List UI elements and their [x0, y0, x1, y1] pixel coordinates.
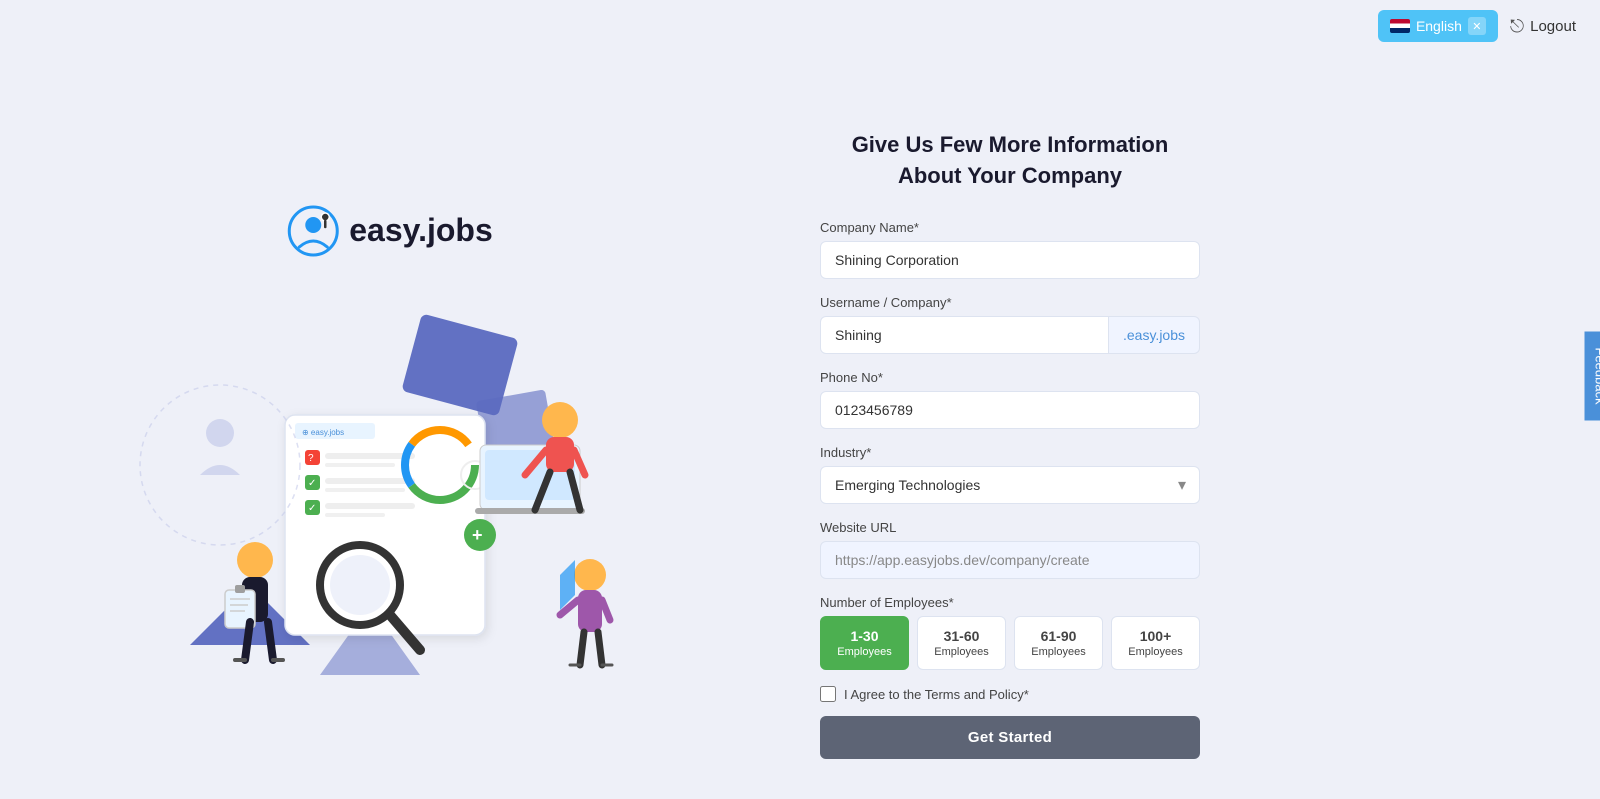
svg-text:✓: ✓ [308, 478, 316, 489]
svg-text:✓: ✓ [308, 503, 316, 514]
emp-label-4: Employees [1118, 645, 1193, 659]
language-label: English [1416, 18, 1462, 34]
terms-row: I Agree to the Terms and Policy* [820, 686, 1200, 702]
svg-text:⊕ easy.jobs: ⊕ easy.jobs [302, 428, 344, 437]
us-flag-icon [1390, 19, 1410, 33]
username-input-group: .easy.jobs [820, 316, 1200, 354]
phone-input[interactable] [820, 391, 1200, 429]
industry-label: Industry* [820, 445, 1200, 460]
svg-text:+: + [472, 525, 483, 545]
employee-btn-1-30[interactable]: 1-30 Employees [820, 616, 909, 670]
emp-range-2: 31-60 [924, 627, 999, 645]
topbar: English ✕ ⎋ Logout [1354, 0, 1600, 52]
terms-checkbox[interactable] [820, 686, 836, 702]
logo-area: easy.jobs [287, 205, 492, 257]
emp-label-2: Employees [924, 645, 999, 659]
employee-btn-31-60[interactable]: 31-60 Employees [917, 616, 1006, 670]
website-group: Website URL [820, 520, 1200, 579]
logout-label: Logout [1530, 18, 1576, 35]
form-container: Give Us Few More Information About Your … [820, 130, 1200, 759]
language-button[interactable]: English ✕ [1378, 10, 1498, 42]
get-started-button[interactable]: Get Started [820, 716, 1200, 759]
username-label: Username / Company* [820, 295, 1200, 310]
username-suffix: .easy.jobs [1109, 316, 1200, 354]
emp-label-1: Employees [827, 645, 902, 659]
employee-btn-61-90[interactable]: 61-90 Employees [1014, 616, 1103, 670]
company-name-label: Company Name* [820, 220, 1200, 235]
employees-group: Number of Employees* 1-30 Employees 31-6… [820, 595, 1200, 670]
form-title: Give Us Few More Information About Your … [820, 130, 1200, 192]
logout-icon: ⎋ [1510, 16, 1524, 37]
industry-select[interactable]: Emerging Technologies Software Finance H… [820, 466, 1200, 504]
logout-button[interactable]: ⎋ Logout [1510, 16, 1576, 37]
website-input[interactable] [820, 541, 1200, 579]
employee-btn-100-plus[interactable]: 100+ Employees [1111, 616, 1200, 670]
username-input[interactable] [820, 316, 1109, 354]
industry-group: Industry* Emerging Technologies Software… [820, 445, 1200, 504]
industry-select-wrapper: Emerging Technologies Software Finance H… [820, 466, 1200, 504]
emp-range-3: 61-90 [1021, 627, 1096, 645]
feedback-tab[interactable]: Feedback [1585, 331, 1600, 420]
company-name-group: Company Name* [820, 220, 1200, 279]
left-panel: easy.jobs ⊕ easy.jobs ? [0, 70, 780, 799]
easyjobs-logo-icon [287, 205, 339, 257]
website-label: Website URL [820, 520, 1200, 535]
employees-label: Number of Employees* [820, 595, 1200, 610]
main-layout: easy.jobs ⊕ easy.jobs ? [0, 0, 1600, 799]
company-name-input[interactable] [820, 241, 1200, 279]
right-panel: Give Us Few More Information About Your … [780, 70, 1600, 799]
phone-group: Phone No* [820, 370, 1200, 429]
employee-options-group: 1-30 Employees 31-60 Employees 61-90 Emp… [820, 616, 1200, 670]
illustration-svg: ⊕ easy.jobs ? ✓ ✓ [130, 265, 650, 685]
emp-label-3: Employees [1021, 645, 1096, 659]
username-group: Username / Company* .easy.jobs [820, 295, 1200, 354]
logo-text: easy.jobs [349, 212, 492, 249]
emp-range-4: 100+ [1118, 627, 1193, 645]
terms-text: I Agree to the Terms and Policy* [844, 687, 1029, 702]
svg-text:?: ? [308, 453, 314, 464]
language-close-icon[interactable]: ✕ [1468, 17, 1486, 35]
illustration-area: easy.jobs ⊕ easy.jobs ? [130, 185, 650, 685]
emp-range-1: 1-30 [827, 627, 902, 645]
phone-label: Phone No* [820, 370, 1200, 385]
